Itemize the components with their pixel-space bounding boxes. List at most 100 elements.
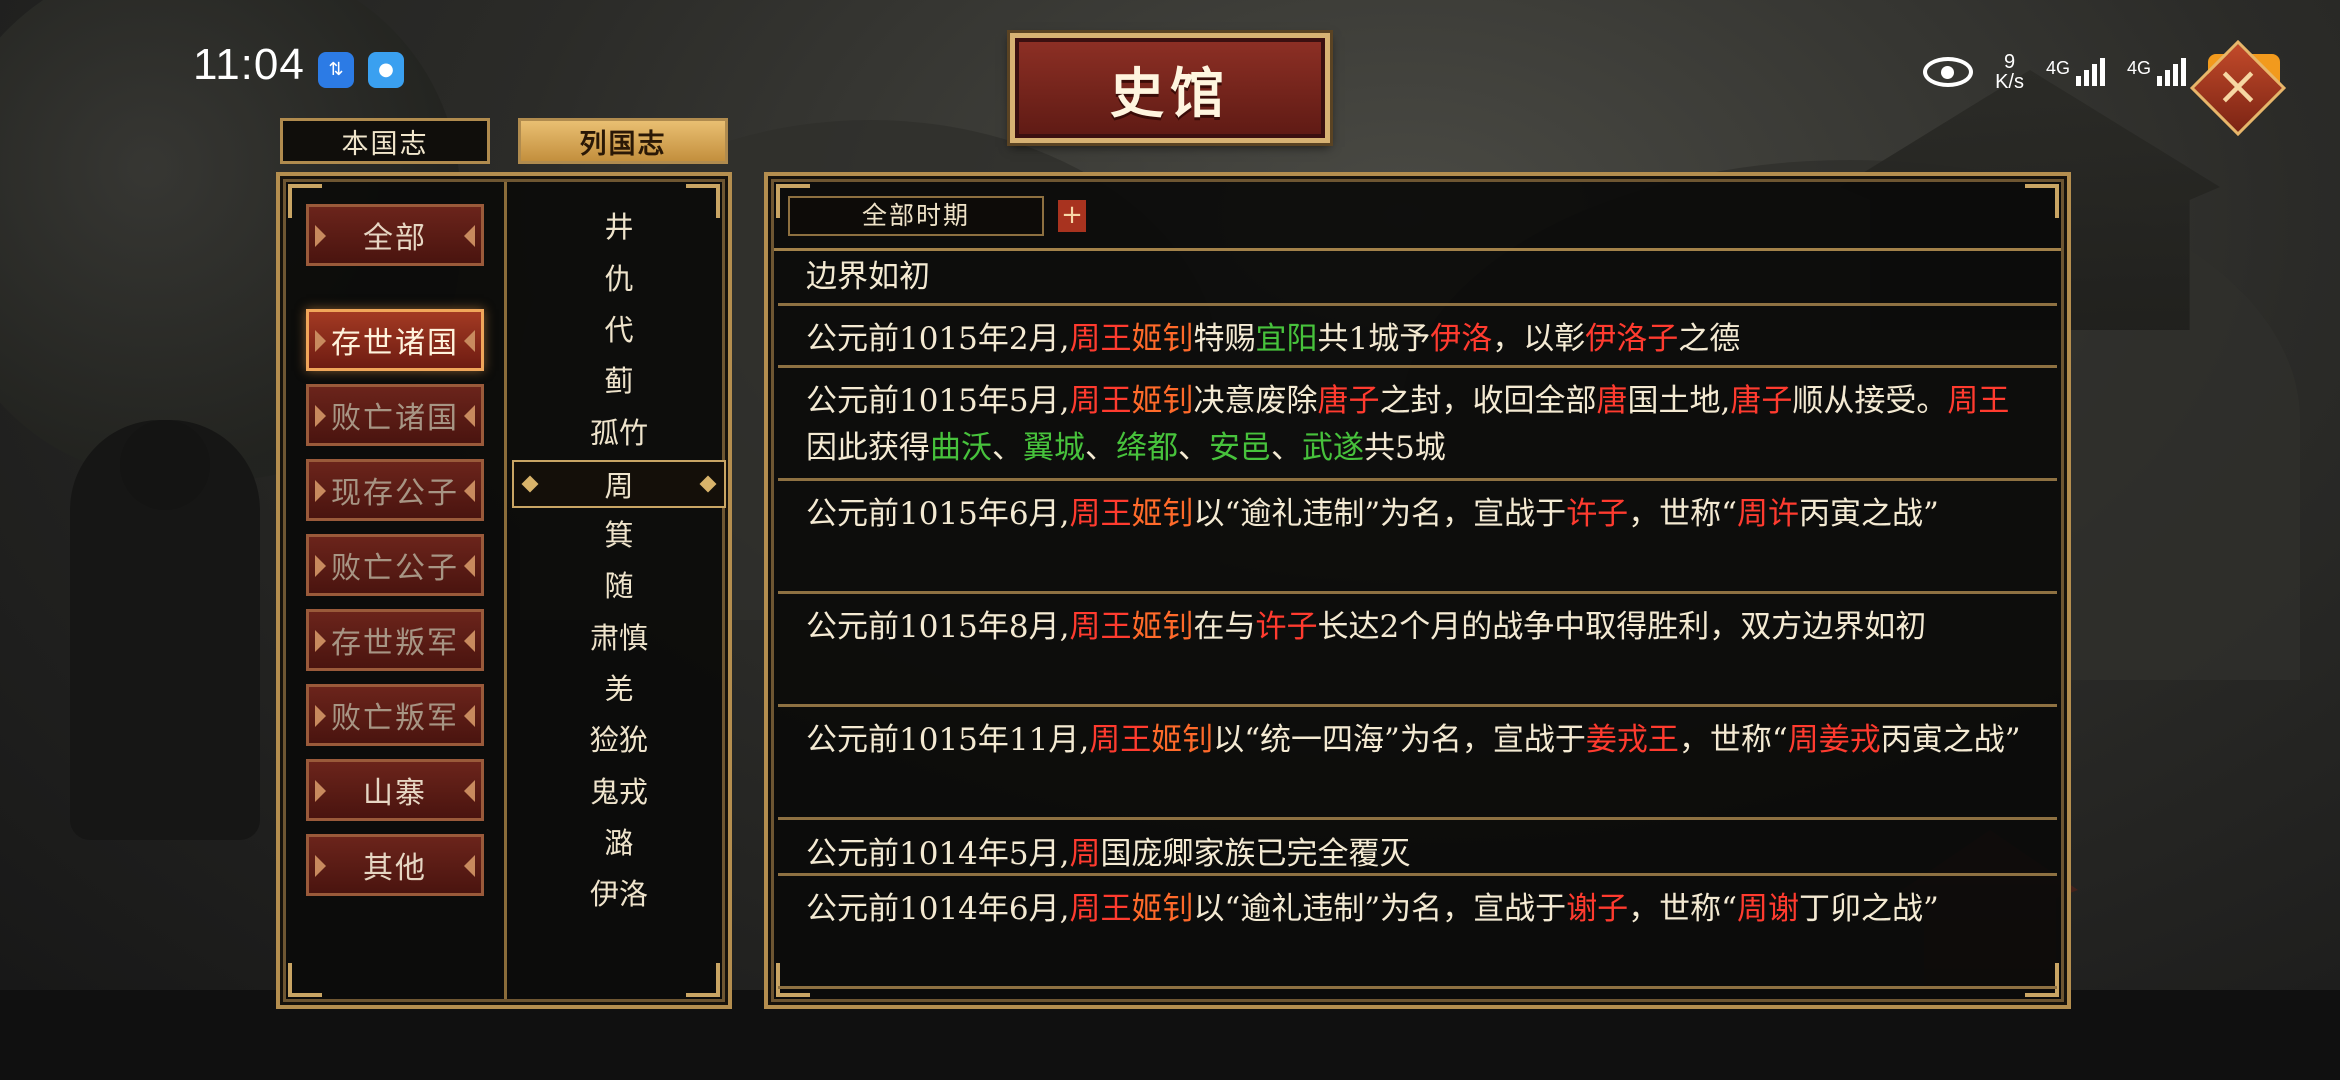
state-item[interactable]: 猃狁 xyxy=(512,716,726,764)
period-filter-dropdown[interactable]: 全部时期 xyxy=(788,196,1044,236)
entry-text: 特赐 xyxy=(1193,321,1256,357)
entry-text: 公元前1015年5月, xyxy=(806,383,1070,419)
city-name: 宜阳 xyxy=(1255,321,1318,357)
category-button[interactable]: 存世叛军 xyxy=(306,609,484,671)
entry-text: 、 xyxy=(1178,430,1209,466)
entry-text: 以“逾礼违制”为名，宣战于 xyxy=(1193,891,1567,927)
chronicle-panel: 全部时期 + 边界如初 公元前1015年2月,周王姬钊特赐宜阳共1城予伊洛，以彰伊… xyxy=(764,172,2071,1009)
chronicle-entry: 公元前1015年6月,周王姬钊以“逾礼违制”为名，宣战于许子，世称“周许丙寅之战… xyxy=(778,485,2057,594)
chronicle-entry: 公元前1015年5月,周王姬钊决意废除唐子之封，收回全部唐国土地,唐子顺从接受。… xyxy=(778,372,2057,481)
entry-text: 因此获得 xyxy=(806,430,930,466)
entry-text: 公元前1015年2月, xyxy=(806,321,1070,357)
status-time: 11:04 xyxy=(193,40,305,89)
state-item[interactable]: 箕 xyxy=(512,511,726,559)
chronicle-records-list[interactable]: 边界如初 公元前1015年2月,周王姬钊特赐宜阳共1城予伊洛，以彰伊洛子之德 公元前… xyxy=(778,254,2057,995)
chronicle-entry: 公元前1015年2月,周王姬钊特赐宜阳共1城予伊洛，以彰伊洛子之德 xyxy=(778,310,2057,368)
state-item[interactable]: 随 xyxy=(512,562,726,610)
entry-text: 边界如初 xyxy=(806,259,930,295)
state-list[interactable]: 宋井仇代蓟孤竹周箕随肃慎羌猃狁鬼戎潞伊洛 xyxy=(512,190,726,995)
entry-text: 公元前1015年8月, xyxy=(806,609,1070,645)
entry-text: 长达2个月的战争中取得胜利，双方边界如初 xyxy=(1317,609,1927,645)
category-button[interactable]: 败亡叛军 xyxy=(306,684,484,746)
state-item[interactable]: 蓟 xyxy=(512,357,726,405)
category-button[interactable]: 存世诸国 xyxy=(306,309,484,371)
entity-name: 许子 xyxy=(1255,609,1318,645)
entry-text: 以“逾礼违制”为名，宣战于 xyxy=(1193,496,1567,532)
entry-text: 、 xyxy=(1271,430,1302,466)
state-item[interactable]: 潞 xyxy=(512,819,726,867)
city-name: 武遂 xyxy=(1302,430,1364,466)
entity-name: 唐 xyxy=(1596,383,1628,419)
chronicle-entry: 边界如初 xyxy=(778,254,2057,306)
close-button[interactable]: × xyxy=(2189,39,2287,137)
entity-name: 伊洛 xyxy=(1430,321,1493,357)
entry-text: 丙寅之战” xyxy=(1799,496,1939,532)
state-item[interactable]: 宋 xyxy=(512,190,726,200)
entity-name: 谢子 xyxy=(1566,891,1629,927)
entry-text: 共1城予 xyxy=(1317,321,1431,357)
tab-national-annals[interactable]: 本国志 xyxy=(280,118,490,164)
state-item[interactable]: 鬼戎 xyxy=(512,768,726,816)
close-icon: × xyxy=(2215,54,2261,117)
entry-text: 在与 xyxy=(1193,609,1256,645)
entity-name: 周许 xyxy=(1737,496,1800,532)
chronicle-entry: 公元前1014年6月,周王姬钊以“逾礼违制”为名，宣战于谢子，世称“周谢丁卯之战… xyxy=(778,880,2057,989)
entity-name: 姬钊 xyxy=(1131,609,1194,645)
entry-text: 、 xyxy=(1085,430,1116,466)
tab-all-states-annals[interactable]: 列国志 xyxy=(518,118,728,164)
chronicle-entry: 公元前1015年8月,周王姬钊在与许子长达2个月的战争中取得胜利，双方边界如初 xyxy=(778,598,2057,707)
state-item[interactable]: 井 xyxy=(512,203,726,251)
state-item[interactable]: 仇 xyxy=(512,255,726,303)
entity-name: 周王 xyxy=(1069,609,1132,645)
state-item[interactable]: 孤竹 xyxy=(512,409,726,457)
entity-name: 姜戎王 xyxy=(1585,722,1679,758)
entity-name: 姬钊 xyxy=(1131,496,1194,532)
state-item[interactable]: 代 xyxy=(512,306,726,354)
entry-text: 国庞卿家族已完全覆灭 xyxy=(1100,836,1411,872)
entry-text: 国土地, xyxy=(1627,383,1731,419)
add-filter-button[interactable]: + xyxy=(1058,200,1086,232)
entity-name: 姬钊 xyxy=(1151,722,1214,758)
entity-name: 伊洛子 xyxy=(1585,321,1679,357)
state-item[interactable]: 肃慎 xyxy=(512,614,726,662)
entity-name: 周谢 xyxy=(1737,891,1800,927)
entity-name: 周王 xyxy=(1069,891,1132,927)
entity-name: 周姜戎 xyxy=(1787,722,1881,758)
entry-text: ，以彰 xyxy=(1492,321,1586,357)
message-app-icon: ● xyxy=(368,52,404,88)
data-transfer-icon: ⇅ xyxy=(318,52,354,88)
category-button[interactable]: 败亡诸国 xyxy=(306,384,484,446)
entry-text: 共5城 xyxy=(1364,430,1446,466)
entry-text: 决意废除 xyxy=(1193,383,1318,419)
entity-name: 姬钊 xyxy=(1131,321,1194,357)
entry-text: 顺从接受。 xyxy=(1792,383,1948,419)
category-button[interactable]: 全部 xyxy=(306,204,484,266)
category-button[interactable]: 败亡公子 xyxy=(306,534,484,596)
category-button[interactable]: 其他 xyxy=(306,834,484,896)
entity-name: 周王 xyxy=(1089,722,1152,758)
signal-icon: 4G xyxy=(2046,58,2105,86)
entry-text: 丙寅之战” xyxy=(1880,722,2021,758)
entry-text: ，世称“ xyxy=(1628,496,1738,532)
city-name: 绛都 xyxy=(1116,430,1178,466)
category-button[interactable]: 现存公子 xyxy=(306,459,484,521)
page-title: 史馆 xyxy=(1110,60,1230,125)
entry-text: 公元前1015年11月, xyxy=(806,722,1090,758)
background-figure-head xyxy=(120,420,210,510)
entry-text: 、 xyxy=(992,430,1023,466)
entity-name: 唐子 xyxy=(1730,383,1793,419)
chronicle-entry: 公元前1014年5月,周国庞卿家族已完全覆灭 xyxy=(778,825,2057,876)
entity-name: 姬钊 xyxy=(1131,383,1194,419)
state-item[interactable]: 伊洛 xyxy=(512,870,726,918)
category-button[interactable]: 山寨 xyxy=(306,759,484,821)
entity-name: 周王 xyxy=(1947,383,2010,419)
title-plaque: 史馆 xyxy=(1007,30,1333,146)
state-item-selected[interactable]: 周 xyxy=(512,459,726,508)
entry-text: 之德 xyxy=(1678,321,1741,357)
entry-text: ，世称“ xyxy=(1628,891,1738,927)
state-item[interactable]: 羌 xyxy=(512,665,726,713)
chronicle-entry: 公元前1015年11月,周王姬钊以“统一四海”为名，宣战于姜戎王，世称“周姜戎丙… xyxy=(778,711,2057,820)
filter-divider xyxy=(774,248,2061,251)
entry-text: 公元前1014年5月, xyxy=(806,836,1070,872)
city-name: 翼城 xyxy=(1023,430,1085,466)
